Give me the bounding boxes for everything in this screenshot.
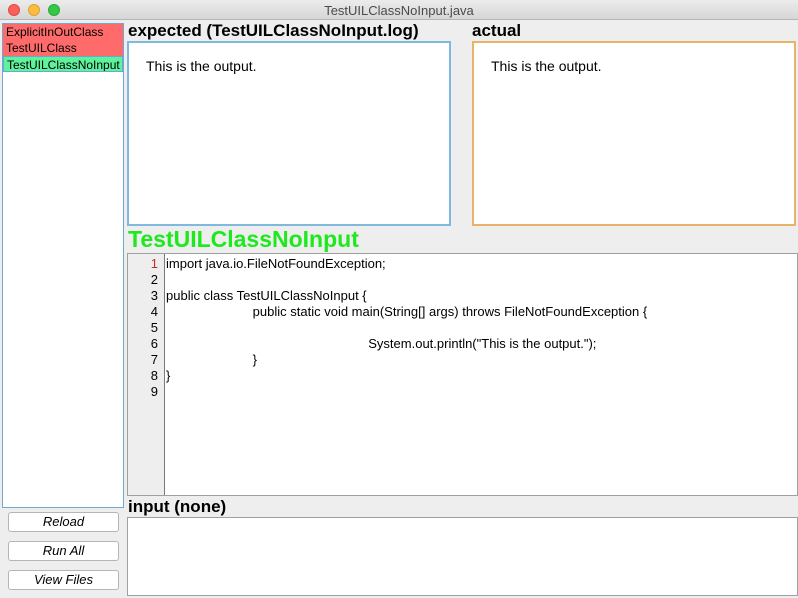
test-item-test-uil-class-no-input[interactable]: TestUILClassNoInput [3, 56, 123, 72]
input-panel[interactable] [127, 517, 798, 596]
test-item-explicit-in-out-class[interactable]: ExplicitInOutClass [3, 24, 123, 40]
code-line: public static void main(String[] args) t… [166, 304, 648, 319]
source-code-panel[interactable]: 123456789 import java.io.FileNotFoundExc… [127, 253, 798, 496]
run-all-button[interactable]: Run All [8, 541, 119, 561]
expected-output-panel[interactable]: This is the output. [127, 41, 451, 226]
line-number: 8 [150, 368, 158, 383]
code-line: import java.io.FileNotFoundException; [166, 256, 386, 271]
source-code-lines: import java.io.FileNotFoundException; pub… [166, 256, 647, 400]
code-line: } [166, 352, 258, 367]
actual-heading: actual [472, 21, 522, 40]
line-number-gutter: 123456789 [128, 254, 165, 495]
view-files-button[interactable]: View Files [8, 570, 119, 590]
code-line: System.out.println("This is the output."… [166, 336, 597, 351]
actual-output-panel[interactable]: This is the output. [472, 41, 796, 226]
line-number: 5 [150, 320, 158, 335]
expected-output-text: This is the output. [146, 58, 257, 74]
expected-heading: expected (TestUILClassNoInput.log) [128, 21, 419, 40]
code-line: } [166, 368, 171, 383]
line-number: 2 [150, 272, 158, 287]
line-number: 3 [150, 288, 158, 303]
window-title: TestUILClassNoInput.java [324, 3, 474, 18]
class-title: TestUILClassNoInput [128, 226, 359, 252]
title-bar: TestUILClassNoInput.java [0, 0, 798, 20]
input-heading: input (none) [128, 497, 227, 516]
test-item-test-uil-class[interactable]: TestUILClass [3, 40, 123, 56]
reload-button[interactable]: Reload [8, 512, 119, 532]
line-number: 7 [150, 352, 158, 367]
test-list[interactable]: ExplicitInOutClass TestUILClass TestUILC… [2, 23, 124, 508]
code-line: public class TestUILClassNoInput { [166, 288, 367, 303]
line-number: 9 [150, 384, 158, 399]
line-number: 6 [150, 336, 158, 351]
line-number: 4 [150, 304, 158, 319]
line-number: 1 [150, 256, 158, 271]
actual-output-text: This is the output. [491, 58, 602, 74]
